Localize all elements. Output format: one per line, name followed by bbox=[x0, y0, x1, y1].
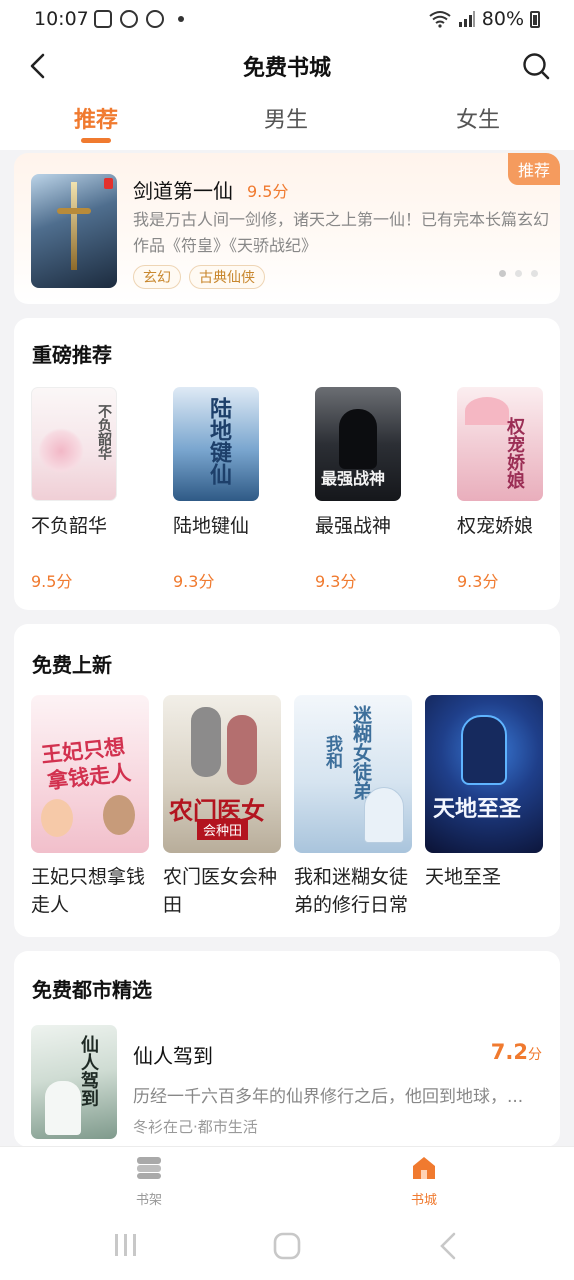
book-cover: 农门医女 会种田 bbox=[163, 695, 281, 853]
tag-list: 玄幻 古典仙侠 bbox=[133, 265, 265, 289]
book-card[interactable]: 陆地键仙 陆地键仙 9.3分 bbox=[173, 387, 261, 591]
book-cover: 不负韶华 bbox=[31, 387, 117, 501]
book-cover: 陆地键仙 bbox=[173, 387, 259, 501]
app-notification-icon bbox=[120, 10, 138, 28]
app-notification-icon bbox=[146, 10, 164, 28]
book-title: 我和迷糊女徒弟的修行日常 bbox=[294, 866, 409, 916]
bookshelf-icon bbox=[137, 1157, 161, 1179]
system-navigation-bar bbox=[0, 1214, 574, 1280]
book-cover: 最强战神 bbox=[315, 387, 401, 501]
book-score: 9.5分 bbox=[31, 572, 73, 591]
carousel-dot bbox=[531, 270, 538, 277]
book-card[interactable]: 天地至圣 天地至圣 bbox=[425, 695, 543, 888]
book-card[interactable]: 王妃只想 拿钱走人 王妃只想拿钱走人 bbox=[31, 695, 149, 916]
section-title: 免费都市精选 bbox=[32, 978, 152, 1002]
back-arrow-icon bbox=[440, 1232, 456, 1260]
search-button[interactable] bbox=[518, 48, 554, 84]
home-button[interactable] bbox=[272, 1232, 302, 1264]
tab-female[interactable]: 女生 bbox=[428, 102, 528, 134]
carousel-dot bbox=[499, 270, 506, 277]
system-back-button[interactable] bbox=[438, 1232, 458, 1264]
book-cover: 仙人驾到 bbox=[31, 1025, 117, 1139]
tab-recommend[interactable]: 推荐 bbox=[46, 102, 146, 134]
home-store-icon bbox=[413, 1157, 435, 1179]
battery-icon bbox=[530, 10, 540, 28]
book-title: 不负韶华 bbox=[31, 515, 108, 537]
nav-label: 书城 bbox=[410, 1193, 437, 1208]
carousel-indicator bbox=[499, 270, 538, 277]
book-title: 最强战神 bbox=[315, 515, 392, 537]
recent-apps-button[interactable] bbox=[112, 1232, 140, 1262]
book-title: 天地至圣 bbox=[425, 866, 502, 888]
book-cover bbox=[31, 174, 117, 288]
book-author-genre: 冬衫在己·都市生活 bbox=[133, 1118, 258, 1136]
more-dot-icon bbox=[178, 16, 184, 22]
nav-bookstore[interactable]: 书城 bbox=[384, 1155, 464, 1208]
book-card[interactable]: 农门医女 会种田 农门医女会种田 bbox=[163, 695, 281, 916]
book-cover: 王妃只想 拿钱走人 bbox=[31, 695, 149, 853]
home-circle-icon bbox=[273, 1232, 301, 1260]
genre-tag[interactable]: 古典仙侠 bbox=[189, 265, 265, 289]
book-cover: 迷糊女徒弟 我和 bbox=[294, 695, 412, 853]
book-cover: 权宠娇娘 bbox=[457, 387, 543, 501]
page-title: 免费书城 bbox=[242, 56, 331, 81]
score-unit: 分 bbox=[528, 1047, 542, 1063]
nav-label: 书架 bbox=[135, 1193, 162, 1208]
battery-percent: 80% bbox=[481, 8, 524, 30]
section-title: 重磅推荐 bbox=[32, 343, 112, 367]
featured-banner[interactable]: 推荐 剑道第一仙 9.5分 我是万古人间一剑修，诸天之上第一仙！已有完本长篇玄幻… bbox=[14, 153, 560, 304]
book-description: 历经一千六百多年的仙界修行之后，他回到地球，... bbox=[133, 1087, 524, 1107]
book-title: 剑道第一仙 bbox=[133, 179, 233, 203]
book-title: 仙人驾到 bbox=[133, 1044, 213, 1068]
wifi-icon bbox=[429, 11, 451, 28]
book-title: 王妃只想拿钱走人 bbox=[31, 866, 146, 916]
book-card[interactable]: 迷糊女徒弟 我和 我和迷糊女徒弟的修行日常 bbox=[294, 695, 412, 916]
genre-tag[interactable]: 玄幻 bbox=[133, 265, 181, 289]
signal-icon bbox=[458, 11, 475, 27]
book-card[interactable]: 权宠娇娘 权宠娇娘 9.3分 bbox=[457, 387, 545, 591]
book-card[interactable]: 最强战神 最强战神 9.3分 bbox=[315, 387, 403, 591]
heavy-recommend-section: 重磅推荐 不负韶华 不负韶华 9.5分 陆地键仙 陆地键仙 9.3分 最强战神 … bbox=[14, 318, 560, 610]
recent-apps-icon bbox=[115, 1234, 136, 1256]
tab-male[interactable]: 男生 bbox=[236, 102, 336, 134]
book-score: 9.3分 bbox=[457, 572, 499, 591]
book-score: 7.2分 bbox=[491, 1040, 542, 1064]
book-title: 陆地键仙 bbox=[173, 515, 250, 537]
search-icon bbox=[523, 53, 550, 80]
gallery-icon bbox=[94, 10, 112, 28]
carousel-dot bbox=[515, 270, 522, 277]
status-bar: 10:07 80% bbox=[0, 0, 574, 40]
book-description: 我是万古人间一剑修，诸天之上第一仙！已有完本长篇玄幻作品《符皇》《天骄战纪》 bbox=[133, 210, 550, 255]
free-new-section: 免费上新 王妃只想 拿钱走人 王妃只想拿钱走人 农门医女 会种田 农门医女会种田… bbox=[14, 624, 560, 937]
book-score: 9.3分 bbox=[173, 572, 215, 591]
status-right: 80% bbox=[428, 8, 540, 30]
app-header: 免费书城 bbox=[0, 40, 574, 94]
free-city-section: 免费都市精选 仙人驾到 仙人驾到 7.2分 历经一千六百多年的仙界修行之后，他回… bbox=[14, 951, 560, 1147]
recommend-badge: 推荐 bbox=[507, 153, 560, 185]
book-cover: 天地至圣 bbox=[425, 695, 543, 853]
status-notification-icons bbox=[94, 10, 184, 28]
bottom-navigation: 书架 书城 bbox=[0, 1146, 574, 1214]
status-time: 10:07 bbox=[34, 8, 89, 30]
book-title: 权宠娇娘 bbox=[457, 515, 534, 537]
score-value: 7.2 bbox=[490, 1040, 528, 1064]
book-score: 9.5分 bbox=[247, 182, 289, 201]
book-title: 农门医女会种田 bbox=[163, 866, 278, 916]
book-list-item[interactable]: 仙人驾到 仙人驾到 7.2分 历经一千六百多年的仙界修行之后，他回到地球，...… bbox=[14, 1023, 560, 1147]
section-title: 免费上新 bbox=[32, 653, 112, 677]
book-card[interactable]: 不负韶华 不负韶华 9.5分 bbox=[31, 387, 119, 591]
nav-bookshelf[interactable]: 书架 bbox=[109, 1155, 189, 1208]
tab-active-indicator bbox=[81, 138, 111, 143]
book-score: 9.3分 bbox=[315, 572, 357, 591]
